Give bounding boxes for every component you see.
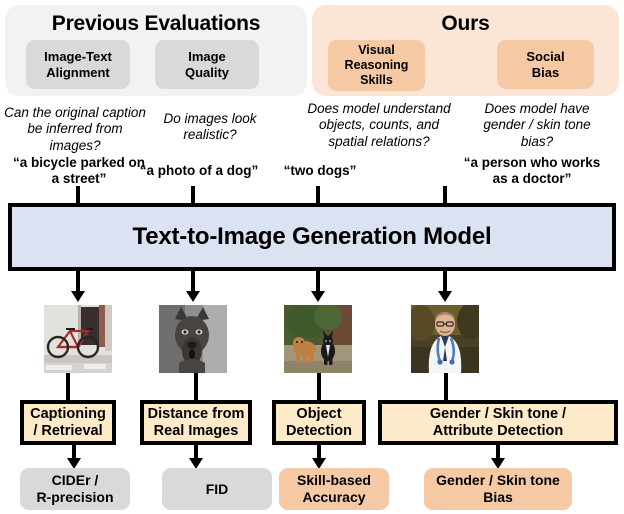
aspect-line-2: Reasoning bbox=[344, 58, 409, 73]
aspect-line-1: Visual bbox=[358, 43, 395, 58]
detection-box-captioning-retrieval: Captioning / Retrieval bbox=[20, 400, 116, 445]
question-line-1: Can the original caption bbox=[4, 105, 146, 120]
connector-image-to-detection-4 bbox=[444, 373, 448, 401]
aspect-pill-image-text-alignment: Image-Text Alignment bbox=[26, 40, 130, 89]
arrow-model-to-image-3 bbox=[311, 291, 325, 302]
question-line-2: be inferred from images? bbox=[27, 121, 123, 153]
connector-prompt-to-model-4 bbox=[443, 186, 447, 204]
aspect-pill-visual-reasoning-skills: Visual Reasoning Skills bbox=[328, 40, 425, 91]
metric-line-1: Gender / Skin tone bbox=[436, 472, 560, 489]
panel-previous-evaluations-title: Previous Evaluations bbox=[51, 12, 261, 35]
aspect-line-2: Bias bbox=[531, 64, 560, 80]
question-line-1: Does model have bbox=[484, 101, 590, 116]
arrow-model-to-image-4 bbox=[438, 291, 452, 302]
generated-image-doctor bbox=[411, 305, 479, 373]
text-to-image-generation-model-box: Text-to-Image Generation Model bbox=[8, 203, 616, 271]
detection-line-1: Gender / Skin tone / bbox=[429, 405, 567, 422]
model-box-label: Text-to-Image Generation Model bbox=[132, 223, 492, 250]
metric-pill-cider-r-precision: CIDEr / R-precision bbox=[20, 468, 130, 510]
question-line-2: realistic? bbox=[183, 127, 237, 143]
detection-box-object-detection: Object Detection bbox=[272, 400, 366, 445]
connector-model-to-image-1 bbox=[76, 271, 80, 293]
metric-line-2: Bias bbox=[483, 489, 513, 505]
question-line-1: Do images look bbox=[163, 111, 257, 126]
prompt-line-2: a street” bbox=[51, 171, 107, 187]
prompt-line-1: “a person who works bbox=[463, 155, 601, 170]
connector-model-to-image-2 bbox=[191, 271, 195, 293]
connector-model-to-image-3 bbox=[316, 271, 320, 293]
aspect-line-1: Image-Text bbox=[44, 49, 112, 65]
prompt-line-2: as a doctor” bbox=[492, 171, 572, 187]
detection-line-2: / Retrieval bbox=[33, 422, 103, 439]
metric-pill-gender-skin-tone-bias: Gender / Skin tone Bias bbox=[424, 468, 572, 510]
generated-image-dog-portrait bbox=[159, 305, 227, 373]
metric-line-1: FID bbox=[205, 480, 229, 497]
detection-box-gender-skin-tone-attribute-detection: Gender / Skin tone / Attribute Detection bbox=[378, 400, 618, 445]
aspect-line-1: Social bbox=[526, 49, 565, 65]
connector-image-to-detection-3 bbox=[317, 373, 321, 401]
detection-line-2: Detection bbox=[285, 422, 353, 439]
aspect-line-2: Quality bbox=[184, 64, 230, 80]
detection-line-1: Object bbox=[296, 405, 342, 422]
aspect-pill-image-quality: Image Quality bbox=[155, 40, 259, 89]
detection-box-distance-from-real-images: Distance from Real Images bbox=[140, 400, 252, 445]
detection-line-1: Distance from bbox=[147, 405, 245, 422]
question-text-column-3: Does model understand objects, counts, a… bbox=[298, 101, 460, 150]
prompt-line-1: “two dogs” bbox=[283, 163, 357, 178]
aspect-pill-social-bias: Social Bias bbox=[497, 40, 594, 89]
prompt-text-column-3: “two dogs” bbox=[264, 163, 376, 179]
connector-prompt-to-model-3 bbox=[316, 186, 320, 204]
arrow-model-to-image-1 bbox=[71, 291, 85, 302]
question-text-column-4: Does model have gender / skin tone bias? bbox=[462, 101, 612, 150]
question-line-3: spatial relations? bbox=[328, 133, 430, 149]
question-text-column-1: Can the original caption be inferred fro… bbox=[2, 105, 148, 154]
question-text-column-2: Do images look realistic? bbox=[150, 111, 270, 144]
metric-pill-skill-based-accuracy: Skill-based Accuracy bbox=[279, 468, 389, 510]
connector-model-to-image-4 bbox=[443, 271, 447, 293]
question-line-2: gender / skin tone bbox=[483, 117, 591, 133]
metric-line-2: R-precision bbox=[36, 489, 114, 505]
prompt-text-column-2: “a photo of a dog” bbox=[134, 163, 264, 179]
metric-line-1: Skill-based bbox=[297, 472, 371, 489]
connector-image-to-detection-1 bbox=[66, 373, 70, 401]
connector-image-to-detection-2 bbox=[194, 373, 198, 401]
metric-pill-fid: FID bbox=[162, 468, 272, 510]
question-line-2: objects, counts, and bbox=[318, 117, 440, 133]
metric-line-1: CIDEr / bbox=[51, 472, 99, 489]
detection-line-2: Real Images bbox=[153, 422, 239, 439]
arrow-model-to-image-2 bbox=[186, 291, 200, 302]
connector-prompt-to-model-1 bbox=[76, 186, 80, 204]
detection-line-1: Captioning bbox=[30, 405, 106, 422]
aspect-line-1: Image bbox=[188, 49, 226, 65]
connector-prompt-to-model-2 bbox=[191, 186, 195, 204]
prompt-line-1: “a bicycle parked on bbox=[12, 155, 146, 170]
generated-image-bicycle bbox=[44, 305, 112, 373]
question-line-3: bias? bbox=[520, 133, 554, 149]
panel-ours-title: Ours bbox=[441, 12, 490, 35]
prompt-text-column-4: “a person who works as a doctor” bbox=[452, 155, 612, 188]
prompt-text-column-1: “a bicycle parked on a street” bbox=[6, 155, 152, 188]
aspect-line-3: Skills bbox=[360, 72, 393, 87]
aspect-line-2: Alignment bbox=[46, 64, 110, 80]
detection-line-2: Attribute Detection bbox=[432, 422, 564, 439]
question-line-1: Does model understand bbox=[307, 101, 451, 116]
prompt-line-1: “a photo of a dog” bbox=[139, 163, 259, 178]
generated-image-two-dogs bbox=[284, 305, 352, 373]
metric-line-2: Accuracy bbox=[302, 489, 366, 505]
